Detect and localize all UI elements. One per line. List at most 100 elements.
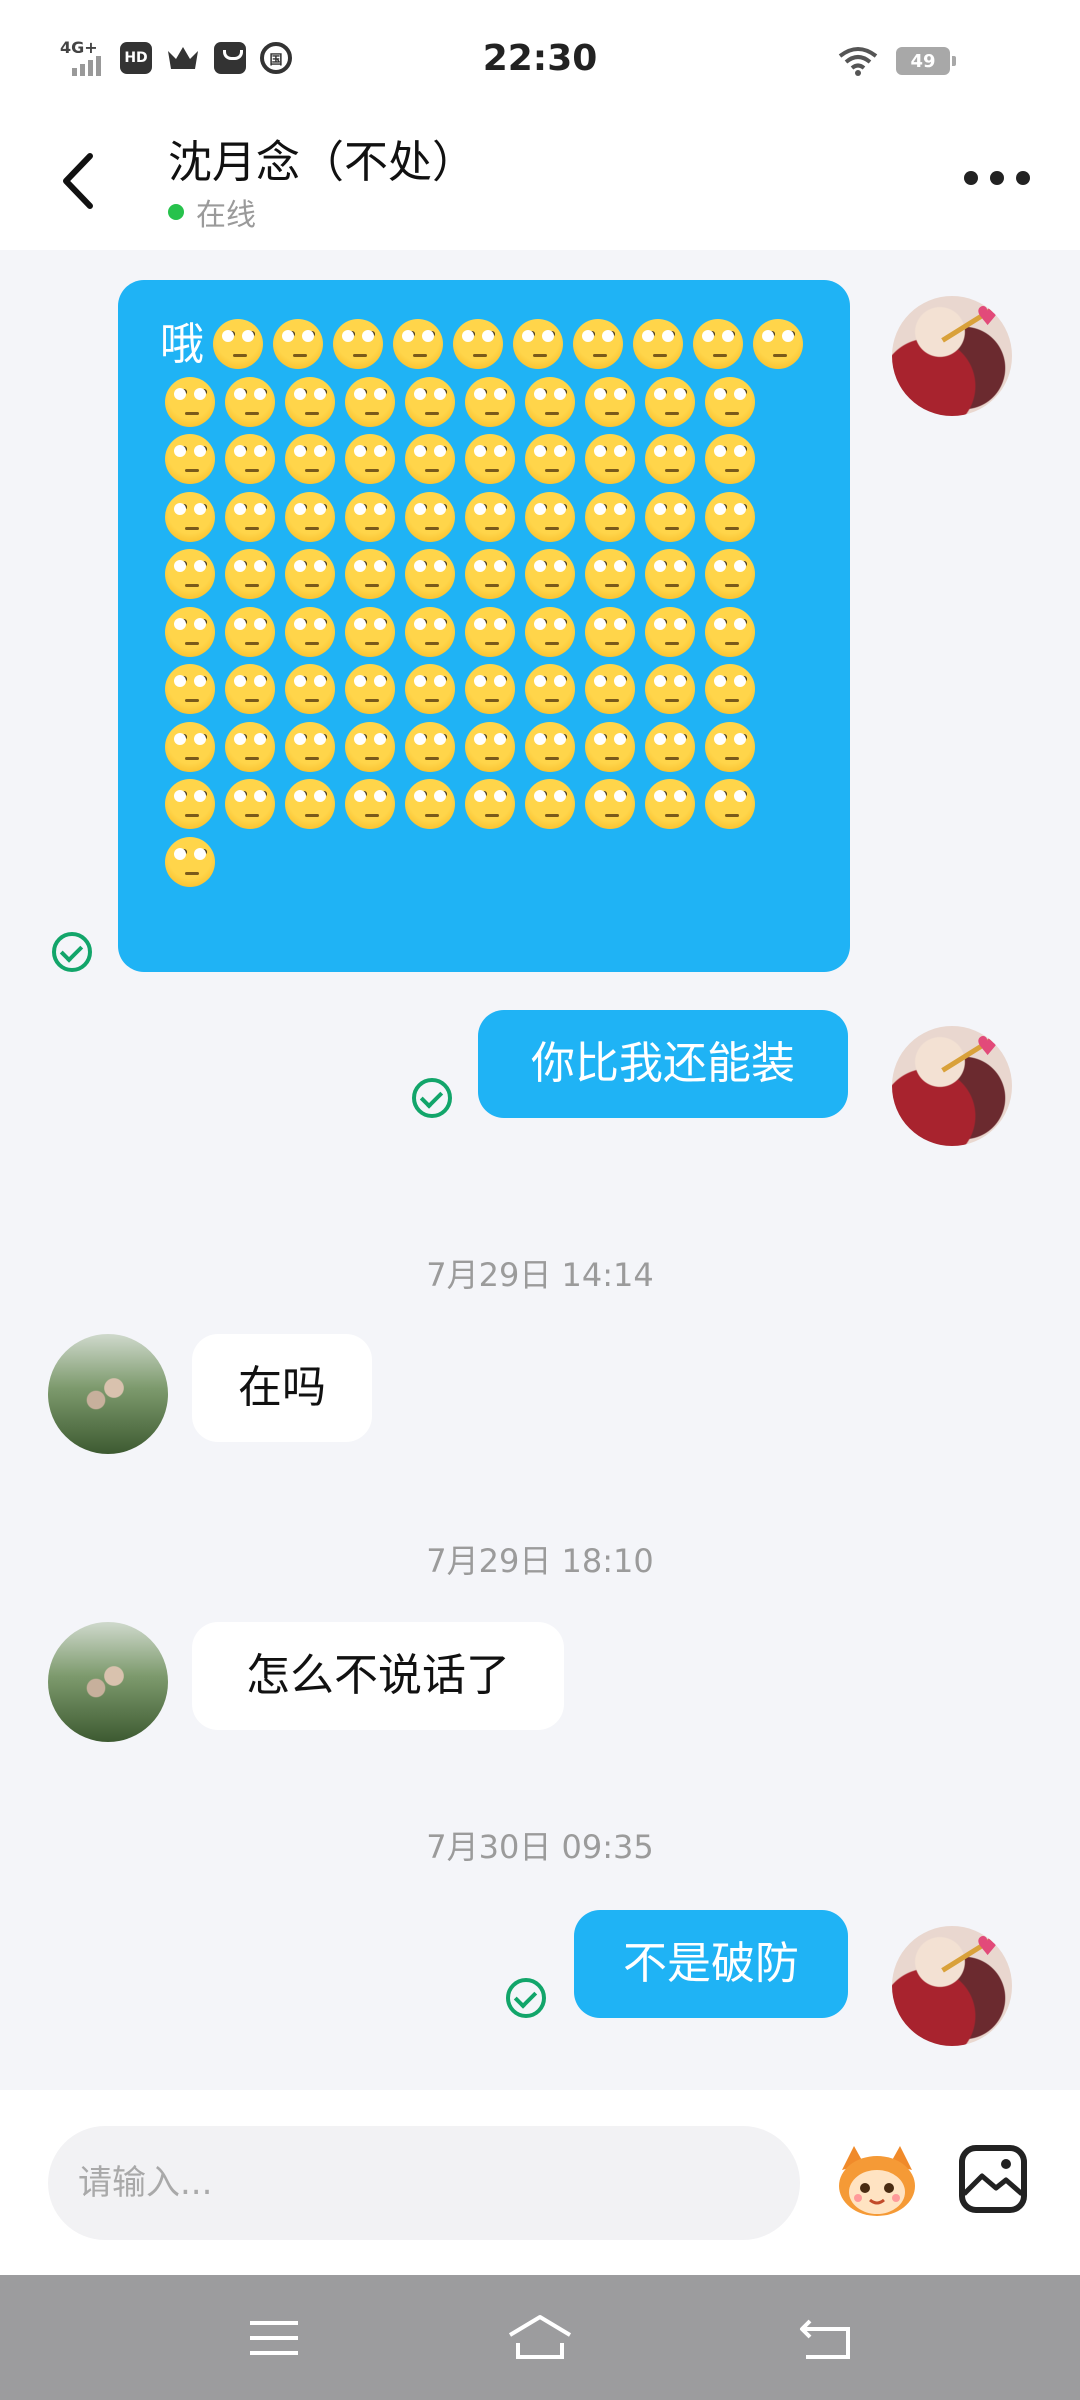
rolling-eyes-emoji-icon — [640, 546, 700, 599]
contact-name[interactable]: 沈月念（不处） — [168, 126, 476, 190]
rolling-eyes-emoji-icon — [220, 431, 280, 484]
rolling-eyes-emoji-icon — [340, 489, 400, 542]
image-icon[interactable] — [958, 2144, 1028, 2214]
rolling-eyes-emoji-icon — [580, 719, 640, 772]
rolling-eyes-emoji-icon — [508, 316, 568, 369]
rolling-eyes-emoji-icon — [160, 719, 220, 772]
peer-avatar[interactable] — [48, 1334, 168, 1454]
back-icon[interactable] — [796, 2313, 856, 2363]
rolling-eyes-emoji-icon — [700, 431, 760, 484]
rolling-eyes-emoji-icon — [220, 604, 280, 657]
self-avatar[interactable]: ♥ — [892, 1026, 1012, 1146]
message-text: 不是破防 — [623, 1938, 799, 1989]
rolling-eyes-emoji-icon — [520, 604, 580, 657]
rolling-eyes-emoji-icon — [700, 546, 760, 599]
message-bubble-self[interactable]: 哦 — [118, 280, 850, 972]
message-bubble-self[interactable]: 你比我还能装 — [478, 1010, 848, 1118]
peer-avatar[interactable] — [48, 1622, 168, 1742]
self-avatar[interactable]: ♥ — [892, 296, 1012, 416]
rolling-eyes-emoji-icon — [568, 316, 628, 369]
self-avatar[interactable]: ♥ — [892, 1926, 1012, 2046]
message-input[interactable] — [78, 2163, 800, 2203]
rolling-eyes-emoji-icon — [688, 316, 748, 369]
rolling-eyes-emoji-icon — [700, 489, 760, 542]
chat-header: 沈月念（不处） 在线 — [0, 120, 1080, 250]
rolling-eyes-emoji-icon — [700, 604, 760, 657]
rolling-eyes-emoji-icon — [208, 316, 268, 369]
message-bubble-self[interactable]: 不是破防 — [574, 1910, 848, 2018]
rolling-eyes-emoji-icon — [340, 661, 400, 714]
rolling-eyes-emoji-icon — [520, 374, 580, 427]
rolling-eyes-emoji-icon — [160, 776, 220, 829]
rolling-eyes-emoji-icon — [388, 316, 448, 369]
rolling-eyes-emoji-icon — [220, 546, 280, 599]
rolling-eyes-emoji-icon — [220, 719, 280, 772]
dot-icon — [1016, 171, 1030, 185]
rolling-eyes-emoji-icon — [748, 316, 808, 369]
rolling-eyes-emoji-icon — [340, 546, 400, 599]
rolling-eyes-emoji-icon — [160, 604, 220, 657]
rolling-eyes-emoji-icon — [580, 604, 640, 657]
rolling-eyes-emoji-icon — [280, 489, 340, 542]
rolling-eyes-emoji-icon — [280, 604, 340, 657]
rolling-eyes-emoji-icon — [640, 604, 700, 657]
rolling-eyes-emoji-icon — [640, 776, 700, 829]
rolling-eyes-emoji-icon — [580, 661, 640, 714]
rolling-eyes-emoji-icon — [400, 489, 460, 542]
rolling-eyes-emoji-icon — [700, 661, 760, 714]
rolling-eyes-emoji-icon — [460, 431, 520, 484]
rolling-eyes-emoji-icon — [460, 374, 520, 427]
message-bubble-peer[interactable]: 怎么不说话了 — [192, 1622, 564, 1730]
rolling-eyes-emoji-icon — [520, 489, 580, 542]
rolling-eyes-emoji-icon — [160, 431, 220, 484]
message-text: 你比我还能装 — [531, 1038, 795, 1089]
rolling-eyes-emoji-icon — [580, 546, 640, 599]
rolling-eyes-emoji-icon — [700, 776, 760, 829]
home-icon[interactable] — [506, 2313, 574, 2363]
rolling-eyes-emoji-icon — [280, 776, 340, 829]
rolling-eyes-emoji-icon — [400, 374, 460, 427]
rolling-eyes-emoji-icon — [220, 489, 280, 542]
rolling-eyes-emoji-icon — [580, 374, 640, 427]
rolling-eyes-emoji-icon — [640, 431, 700, 484]
emoji-message-content: 哦 — [160, 316, 810, 891]
rolling-eyes-emoji-icon — [400, 661, 460, 714]
back-button[interactable] — [50, 146, 110, 216]
rolling-eyes-emoji-icon — [580, 776, 640, 829]
rolling-eyes-emoji-icon — [280, 374, 340, 427]
rolling-eyes-emoji-icon — [580, 431, 640, 484]
mascot-icon[interactable] — [834, 2140, 920, 2220]
message-input-wrapper[interactable] — [48, 2126, 800, 2240]
rolling-eyes-emoji-icon — [520, 546, 580, 599]
rolling-eyes-emoji-icon — [160, 661, 220, 714]
rolling-eyes-emoji-icon — [460, 604, 520, 657]
battery-icon: 49 — [896, 47, 956, 75]
rolling-eyes-emoji-icon — [460, 719, 520, 772]
rolling-eyes-emoji-icon — [400, 546, 460, 599]
rolling-eyes-emoji-icon — [160, 489, 220, 542]
rolling-eyes-emoji-icon — [280, 719, 340, 772]
rolling-eyes-emoji-icon — [640, 719, 700, 772]
rolling-eyes-emoji-icon — [160, 546, 220, 599]
rolling-eyes-emoji-icon — [520, 661, 580, 714]
rolling-eyes-emoji-icon — [460, 776, 520, 829]
status-bar: 4G+ HD 国 22:30 49 — [0, 0, 1080, 120]
wifi-icon — [838, 47, 878, 76]
rolling-eyes-emoji-icon — [220, 661, 280, 714]
online-dot-icon — [168, 204, 184, 220]
rolling-eyes-emoji-icon — [220, 776, 280, 829]
message-bubble-peer[interactable]: 在吗 — [192, 1334, 372, 1442]
more-options-button[interactable] — [964, 168, 1030, 188]
rolling-eyes-emoji-icon — [280, 431, 340, 484]
message-text: 怎么不说话了 — [246, 1650, 510, 1701]
rolling-eyes-emoji-icon — [340, 719, 400, 772]
timestamp: 7月29日 14:14 — [426, 1256, 654, 1294]
status-icons-right: 49 — [838, 46, 956, 76]
online-status: 在线 — [168, 190, 256, 234]
rolling-eyes-emoji-icon — [520, 776, 580, 829]
rolling-eyes-emoji-icon — [340, 431, 400, 484]
rolling-eyes-emoji-icon — [160, 834, 220, 887]
rolling-eyes-emoji-icon — [400, 604, 460, 657]
menu-icon[interactable] — [244, 2313, 304, 2363]
rolling-eyes-emoji-icon — [640, 661, 700, 714]
